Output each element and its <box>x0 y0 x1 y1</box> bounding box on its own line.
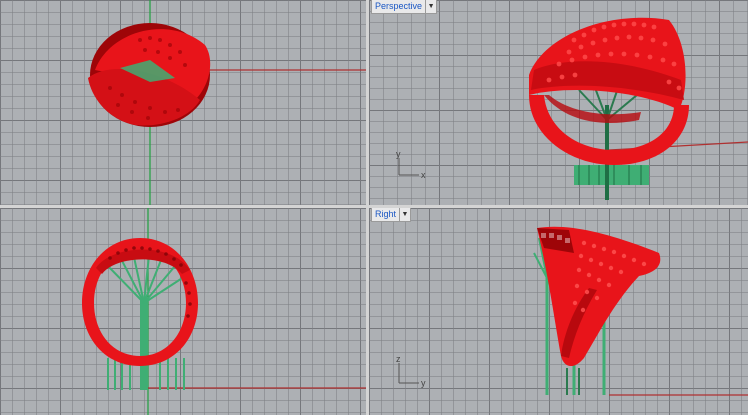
ring-model-right[interactable] <box>537 226 661 367</box>
perspective-view-scene: y x <box>396 17 748 200</box>
axis-indicator-perspective: y x <box>396 149 426 180</box>
viewport-label-text[interactable]: Right <box>372 208 399 221</box>
viewport-right[interactable]: z y Right ▼ <box>369 208 748 415</box>
axis-indicator-right: z y <box>396 354 426 388</box>
viewport-label-perspective[interactable]: Perspective ▼ <box>371 0 438 14</box>
axis-label-horizontal: y <box>421 378 426 388</box>
support-structure-perspective <box>574 84 649 200</box>
viewport-front[interactable] <box>0 208 366 415</box>
ring-model-top[interactable] <box>88 23 211 127</box>
viewport-label-text[interactable]: Perspective <box>372 0 425 13</box>
chevron-down-icon[interactable]: ▼ <box>399 208 410 221</box>
chevron-down-icon[interactable]: ▼ <box>425 0 436 13</box>
axis-label-vertical: y <box>396 149 401 159</box>
viewport-label-right[interactable]: Right ▼ <box>371 208 412 222</box>
axis-label-horizontal: x <box>421 170 426 180</box>
axis-label-vertical: z <box>396 354 401 364</box>
right-view-scene: z y <box>396 226 748 396</box>
viewport-top[interactable] <box>0 0 366 205</box>
viewport-perspective[interactable]: y x Perspective ▼ <box>369 0 748 205</box>
front-view-scene <box>82 208 366 415</box>
top-view-scene <box>88 0 366 205</box>
